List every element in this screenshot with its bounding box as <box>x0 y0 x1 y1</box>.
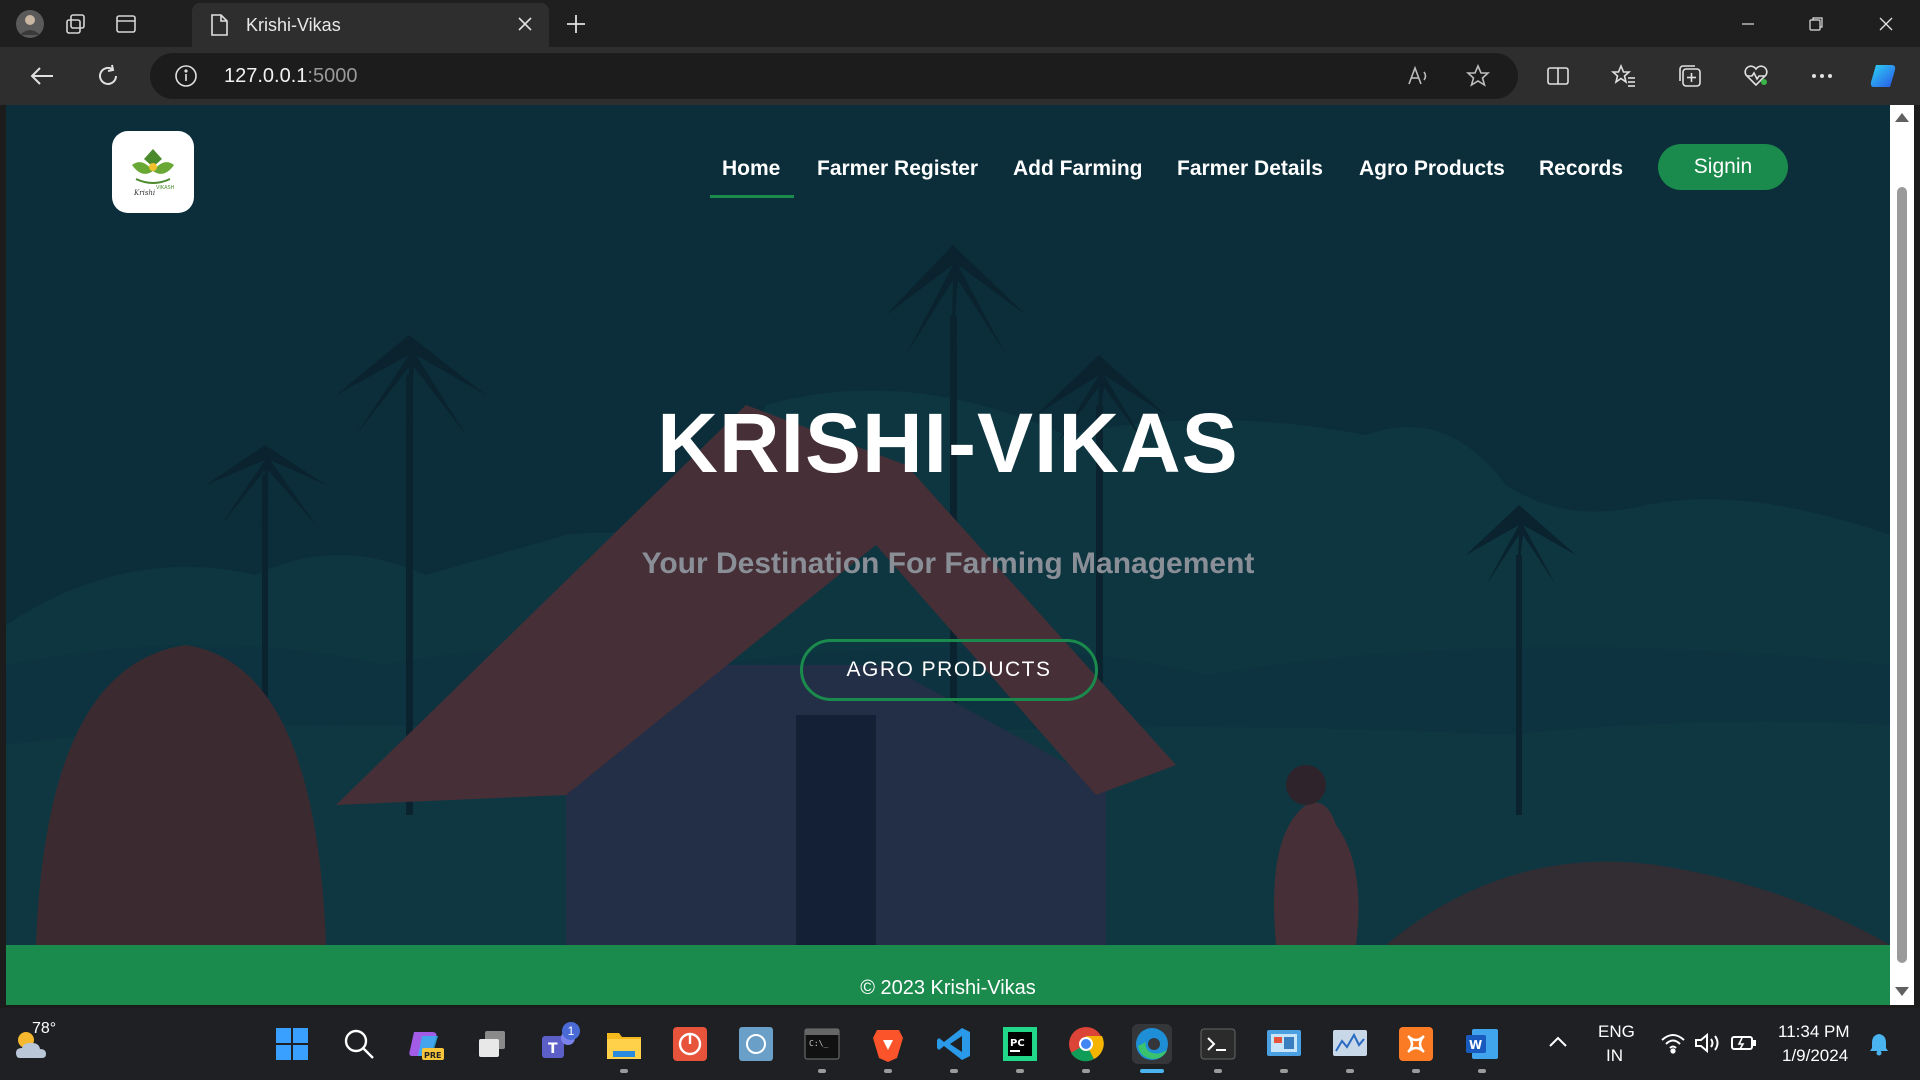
battery-icon[interactable] <box>1730 1032 1758 1059</box>
workspaces-icon[interactable] <box>60 8 92 40</box>
notification-bell-icon[interactable] <box>1868 1032 1890 1061</box>
nav-records[interactable]: Records <box>1539 157 1623 181</box>
leaf-logo-icon: Krishi VIKASH <box>132 149 175 197</box>
browser-essentials-icon[interactable] <box>1740 60 1772 92</box>
running-indicator <box>950 1069 958 1073</box>
remote-desktop-icon[interactable] <box>736 1024 776 1064</box>
language-indicator[interactable]: ENG <box>1598 1022 1635 1042</box>
vertical-tabs-icon[interactable] <box>110 8 142 40</box>
svg-text:PRE: PRE <box>424 1051 442 1060</box>
windows-terminal-icon[interactable] <box>1198 1024 1238 1064</box>
brave-browser-icon[interactable] <box>868 1024 908 1064</box>
svg-text:T: T <box>548 1041 558 1057</box>
control-panel-icon[interactable] <box>1264 1024 1304 1064</box>
command-prompt-icon[interactable]: C:\_ <box>802 1024 842 1064</box>
browser-tabbar: Krishi-Vikas <box>0 0 1920 47</box>
url-text: 127.0.0.1:5000 <box>224 65 358 87</box>
teams-notification-badge: 1 <box>562 1022 580 1040</box>
address-bar[interactable]: 127.0.0.1:5000 <box>150 53 1518 99</box>
word-icon[interactable]: W <box>1462 1024 1502 1064</box>
copilot-icon[interactable] <box>1868 60 1900 92</box>
profile-avatar-icon[interactable] <box>14 8 46 40</box>
weather-temperature: 78° <box>32 1020 57 1037</box>
running-indicator <box>818 1069 826 1073</box>
windows-start-icon[interactable] <box>272 1024 312 1064</box>
favorite-star-icon[interactable] <box>1465 63 1491 93</box>
svg-text:PC: PC <box>1010 1038 1025 1049</box>
site-logo[interactable]: Krishi VIKASH <box>112 131 194 213</box>
task-view-icon[interactable] <box>472 1024 512 1064</box>
search-icon[interactable] <box>339 1024 379 1064</box>
scrollbar-thumb[interactable] <box>1897 187 1907 963</box>
running-indicator <box>1412 1069 1420 1073</box>
refresh-icon[interactable] <box>92 60 124 92</box>
active-tab[interactable]: Krishi-Vikas <box>192 3 549 47</box>
scroll-up-arrow-icon[interactable] <box>1895 113 1909 122</box>
collections-icon[interactable] <box>1674 60 1706 92</box>
edge-icon[interactable] <box>1132 1024 1172 1064</box>
power-app-icon[interactable] <box>670 1024 710 1064</box>
running-indicator <box>1214 1069 1222 1073</box>
hero-subtitle: Your Destination For Farming Management <box>641 547 1255 580</box>
nav-active-underline <box>710 195 794 198</box>
file-explorer-icon[interactable] <box>604 1024 644 1064</box>
restore-icon[interactable] <box>1792 8 1840 40</box>
more-menu-icon[interactable] <box>1806 60 1838 92</box>
read-aloud-icon[interactable] <box>1406 64 1432 93</box>
clock-date[interactable]: 1/9/2024 <box>1782 1046 1848 1066</box>
site-info-icon[interactable] <box>174 64 198 93</box>
wifi-icon[interactable] <box>1660 1032 1686 1059</box>
copilot-taskbar-icon[interactable]: PRE <box>406 1024 446 1064</box>
chevron-up-icon[interactable] <box>1548 1034 1568 1053</box>
nav-add-farming[interactable]: Add Farming <box>1013 157 1143 181</box>
new-tab-icon[interactable] <box>560 8 592 40</box>
svg-text:Krishi: Krishi <box>133 189 155 197</box>
hero-title: KRISHI-VIKAS <box>657 396 1239 490</box>
svg-text:VIKASH: VIKASH <box>156 185 175 191</box>
agro-products-button[interactable]: AGRO PRODUCTS <box>800 639 1098 701</box>
split-screen-icon[interactable] <box>1542 60 1574 92</box>
hero-background-illustration <box>6 105 1890 945</box>
browser-toolbar: 127.0.0.1:5000 <box>0 47 1920 105</box>
resource-monitor-icon[interactable] <box>1330 1024 1370 1064</box>
pycharm-icon[interactable]: PC <box>1000 1024 1040 1064</box>
svg-text:C:\_: C:\_ <box>809 1039 828 1048</box>
vscode-icon[interactable] <box>934 1024 974 1064</box>
svg-text:W: W <box>1469 1038 1482 1052</box>
windows-taskbar: 78° PRE T 1 C:\_ PC W ENG IN 11:34 PM 1/… <box>0 1008 1920 1080</box>
nav-home[interactable]: Home <box>722 157 780 181</box>
language-region: IN <box>1606 1046 1623 1065</box>
close-tab-icon[interactable] <box>513 12 537 36</box>
active-app-indicator <box>1140 1069 1164 1073</box>
nav-agro-products[interactable]: Agro Products <box>1359 157 1505 181</box>
running-indicator <box>1016 1069 1024 1073</box>
running-indicator <box>1346 1069 1354 1073</box>
clock-time[interactable]: 11:34 PM <box>1778 1022 1850 1042</box>
running-indicator <box>1478 1069 1486 1073</box>
close-window-icon[interactable] <box>1862 8 1910 40</box>
footer-copyright: © 2023 Krishi-Vikas <box>860 977 1036 999</box>
volume-icon[interactable] <box>1694 1032 1722 1059</box>
running-indicator <box>884 1069 892 1073</box>
scroll-down-arrow-icon[interactable] <box>1895 987 1909 996</box>
running-indicator <box>620 1069 628 1073</box>
tab-title: Krishi-Vikas <box>246 15 341 35</box>
xampp-icon[interactable] <box>1396 1024 1436 1064</box>
signin-button[interactable]: Signin <box>1658 144 1788 190</box>
chrome-icon[interactable] <box>1066 1024 1106 1064</box>
nav-farmer-register[interactable]: Farmer Register <box>817 157 978 181</box>
page-scrollbar[interactable] <box>1890 105 1914 1005</box>
page-footer: © 2023 Krishi-Vikas <box>6 945 1890 1005</box>
running-indicator <box>1082 1069 1090 1073</box>
web-page: Krishi VIKASH Home Farmer Register Add F… <box>6 105 1890 1005</box>
running-indicator <box>1280 1069 1288 1073</box>
nav-farmer-details[interactable]: Farmer Details <box>1177 157 1323 181</box>
favorites-icon[interactable] <box>1608 60 1640 92</box>
page-document-icon <box>208 13 230 42</box>
back-icon[interactable] <box>26 60 58 92</box>
minimize-icon[interactable] <box>1724 8 1772 40</box>
